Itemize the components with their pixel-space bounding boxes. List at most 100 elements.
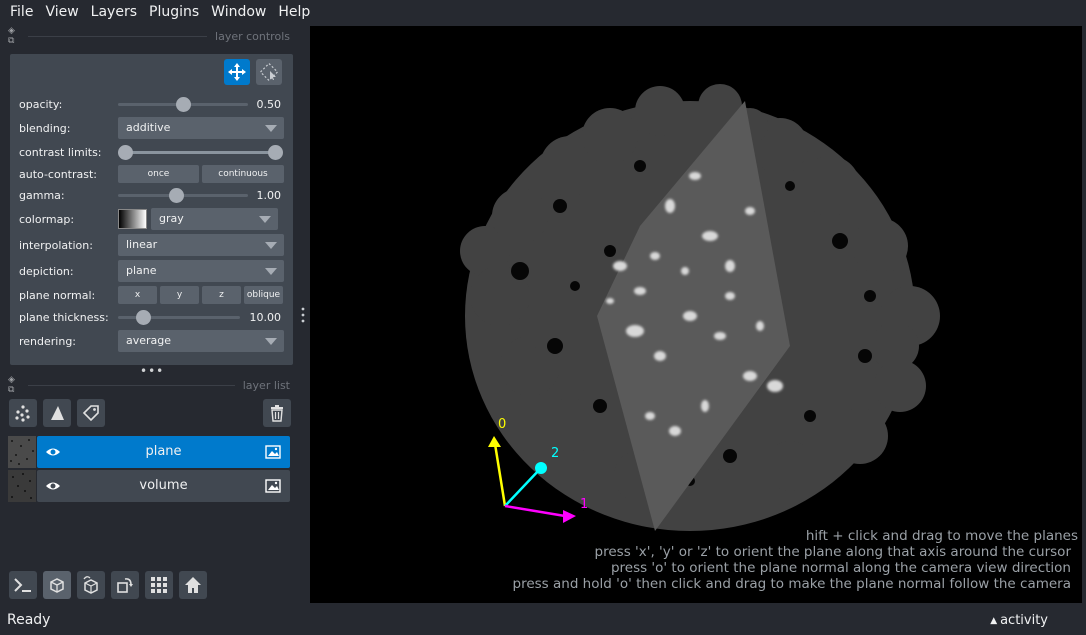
caret-up-icon: ▲	[990, 616, 1001, 626]
menu-help[interactable]: Help	[272, 0, 316, 24]
blending-dropdown[interactable]: additive	[118, 117, 284, 139]
menu-plugins[interactable]: Plugins	[143, 0, 205, 24]
opacity-row: opacity: 0.50	[19, 93, 287, 115]
depiction-value: plane	[126, 264, 157, 277]
delete-layer-button[interactable]	[263, 399, 291, 427]
plane-normal-z-button[interactable]: z	[202, 286, 241, 304]
grid-icon	[151, 577, 167, 593]
transpose-dimensions-button[interactable]	[111, 571, 139, 599]
layer-item-volume[interactable]: volume	[8, 470, 290, 502]
visibility-eye-icon[interactable]	[45, 479, 61, 493]
auto-contrast-row: auto-contrast: once continuous	[19, 163, 287, 185]
cube-roll-icon	[83, 576, 98, 594]
hint-line-2: press 'x', 'y' or 'z' to orient the plan…	[594, 544, 1071, 560]
depiction-dropdown[interactable]: plane	[118, 260, 284, 282]
viewer-canvas[interactable]: 0 2 1 hift + click and drag to move the …	[310, 26, 1082, 603]
interpolation-value: linear	[126, 238, 158, 251]
interpolation-row: interpolation: linear	[19, 234, 287, 256]
contrast-high-handle[interactable]	[268, 145, 283, 160]
layer-row-body[interactable]: volume	[37, 470, 290, 502]
contrast-low-handle[interactable]	[118, 145, 133, 160]
auto-contrast-continuous-button[interactable]: continuous	[202, 165, 284, 183]
chevron-down-icon	[265, 338, 277, 345]
menu-file[interactable]: File	[4, 0, 39, 24]
depiction-row: depiction: plane	[19, 260, 287, 282]
roll-dimensions-button[interactable]	[77, 571, 105, 599]
shapes-icon	[51, 406, 64, 420]
rotate-square-icon	[117, 578, 133, 593]
axis-2-marker	[535, 462, 547, 474]
blending-row: blending: additive	[19, 117, 287, 139]
transform-icon	[259, 62, 279, 82]
axis-0-line	[493, 443, 507, 507]
rendering-label: rendering:	[19, 334, 77, 348]
hint-line-1: hift + click and drag to move the planes	[805, 528, 1078, 544]
visibility-eye-icon[interactable]	[45, 445, 61, 459]
gamma-row: gamma: 1.00	[19, 184, 287, 206]
auto-contrast-once-button[interactable]: once	[118, 165, 199, 183]
colormap-dropdown[interactable]: gray	[151, 208, 278, 230]
rendering-dropdown[interactable]: average	[118, 330, 284, 352]
activity-button[interactable]: ▲ activity	[990, 613, 1048, 628]
plane-thickness-label: plane thickness:	[19, 310, 109, 324]
depiction-label: depiction:	[19, 264, 74, 278]
contrast-limits-slider[interactable]	[118, 141, 284, 163]
plane-normal-oblique-button[interactable]: oblique	[244, 286, 283, 304]
pan-zoom-mode-button[interactable]	[224, 59, 250, 85]
grid-view-button[interactable]	[145, 571, 173, 599]
rendering-row: rendering: average	[19, 330, 287, 352]
plane-normal-y-button[interactable]: y	[160, 286, 199, 304]
axis-2-line	[504, 468, 541, 507]
blending-label: blending:	[19, 121, 71, 135]
layer-controls-header: ◈ ⧉ layer controls	[8, 26, 290, 46]
layer-item-plane[interactable]: plane	[8, 436, 290, 468]
new-shapes-layer-button[interactable]	[43, 399, 71, 427]
layer-list-title: layer list	[242, 378, 290, 392]
colormap-label: colormap:	[19, 212, 75, 226]
opacity-slider-handle[interactable]	[176, 97, 191, 112]
dock-resize-handle[interactable]	[300, 305, 306, 325]
axis-1-arrow	[563, 510, 576, 523]
dock-float-icon[interactable]: ◈ ⧉	[8, 26, 24, 46]
gamma-slider[interactable]	[118, 184, 248, 206]
axis-1-label: 1	[580, 497, 589, 512]
activity-label: activity	[1000, 613, 1048, 628]
layer-name[interactable]: volume	[77, 470, 250, 502]
colormap-value: gray	[159, 212, 184, 225]
layer-list-header: ◈ ⧉ layer list	[8, 375, 290, 395]
gamma-value: 1.00	[256, 188, 282, 202]
console-button[interactable]	[9, 571, 37, 599]
layer-name[interactable]: plane	[77, 436, 250, 468]
move-arrows-icon	[228, 63, 246, 81]
menu-window[interactable]: Window	[205, 0, 272, 24]
left-dock: ◈ ⧉ layer controls opacity: 0.50 blendin…	[0, 26, 300, 603]
toggle-ndisplay-button[interactable]	[43, 571, 71, 599]
plane-thickness-row: plane thickness: 10.00	[19, 306, 287, 328]
contrast-limits-row: contrast limits:	[19, 141, 287, 163]
chevron-down-icon	[259, 216, 271, 223]
menu-view[interactable]: View	[39, 0, 84, 24]
plane-thickness-slider[interactable]	[118, 306, 240, 328]
cube-3d-icon	[50, 578, 64, 593]
plane-normal-label: plane normal:	[19, 288, 96, 302]
axis-0-arrow	[488, 436, 501, 447]
opacity-slider[interactable]	[118, 93, 248, 115]
trash-icon	[271, 405, 283, 422]
gamma-slider-handle[interactable]	[169, 188, 184, 203]
layer-row-body[interactable]: plane	[37, 436, 290, 468]
points-icon	[15, 405, 30, 422]
new-points-layer-button[interactable]	[9, 399, 37, 427]
menu-layers[interactable]: Layers	[85, 0, 143, 24]
opacity-value: 0.50	[256, 97, 282, 111]
transform-mode-button[interactable]	[256, 59, 282, 85]
plane-thickness-handle[interactable]	[136, 310, 151, 325]
new-labels-layer-button[interactable]	[77, 399, 105, 427]
interpolation-dropdown[interactable]: linear	[118, 234, 284, 256]
plane-normal-x-button[interactable]: x	[118, 286, 157, 304]
interpolation-label: interpolation:	[19, 238, 93, 252]
dock-float-icon[interactable]: ◈ ⧉	[8, 375, 24, 395]
status-bar: Ready ▲ activity	[0, 607, 1086, 635]
gamma-label: gamma:	[19, 188, 65, 202]
reset-view-button[interactable]	[179, 571, 207, 599]
contrast-limits-label: contrast limits:	[19, 145, 102, 159]
